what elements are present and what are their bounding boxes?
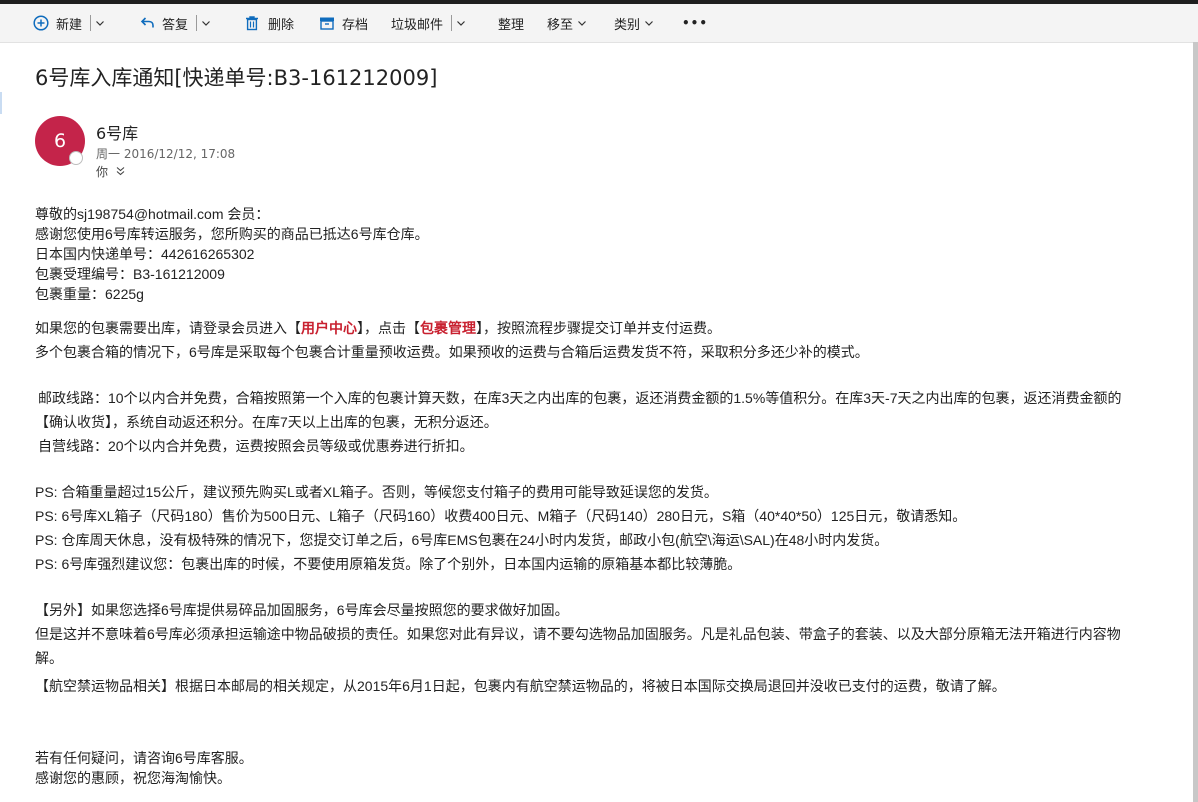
trash-icon: [245, 15, 259, 31]
recipient-name: 你: [96, 165, 109, 179]
ps-line: PS: 6号库强烈建议您：包裹出库的时候，不要使用原箱发货。除了个别外，日本国内…: [35, 556, 742, 572]
tracking-line: 日本国内快递单号：442616265302: [35, 246, 255, 262]
closing-line: 若有任何疑问，请咨询6号库客服。: [35, 750, 253, 766]
reply-button[interactable]: 答复: [140, 4, 211, 42]
ps-line: PS: 6号库XL箱子（尺码180）售价为500日元、L箱子（尺码160）收费4…: [35, 508, 967, 524]
instructions-line: 如果您的包裹需要出库，请登录会员进入【用户中心】，点击【包裹管理】，按照流程步骤…: [35, 318, 1198, 338]
postal-route-line: 邮政线路：10个以内合并免费，合箱按照第一个入库的包裹计算天数，在库3天之内出库…: [38, 390, 1122, 406]
chevron-down-icon[interactable]: [201, 18, 211, 28]
move-to-button-label: 移至: [547, 17, 574, 33]
presence-status-icon: [69, 151, 83, 165]
greeting-line: 尊敬的sj198754@hotmail.com 会员：: [35, 206, 270, 222]
command-toolbar: 新建 答复 删除 存档 垃圾邮件 整理 移至 类别 •••: [0, 4, 1198, 43]
sweep-button-label: 整理: [498, 17, 525, 33]
body-line: 多个包裹合箱的情况下，6号库是采取每个包裹合计重量预收运费。如果预收的运费与合箱…: [35, 344, 869, 360]
recipients[interactable]: 你: [96, 163, 125, 180]
body-line: 感谢您使用6号库转运服务，您所购买的商品已抵达6号库仓库。: [35, 226, 429, 242]
instructions-text: 如果您的包裹需要出库，请登录会员进入【: [35, 320, 301, 336]
archive-button[interactable]: 存档: [319, 4, 368, 42]
archive-icon: [319, 16, 335, 30]
category-button-label: 类别: [614, 17, 641, 33]
new-button[interactable]: 新建: [33, 4, 105, 42]
closing-line: 感谢您的惠顾，祝您海淘愉快。: [35, 770, 231, 786]
divider: [90, 15, 92, 31]
archive-button-label: 存档: [342, 17, 369, 33]
new-button-label: 新建: [56, 17, 83, 33]
postal-route-line: 【确认收货】，系统自动返还积分。在库7天以上出库的包裹，无积分返还。: [35, 414, 498, 430]
reply-button-label: 答复: [162, 17, 189, 33]
package-management-link[interactable]: 包裹管理: [420, 320, 476, 336]
divider: [196, 15, 198, 31]
category-button[interactable]: 类别: [614, 4, 654, 42]
sweep-button[interactable]: 整理: [498, 4, 524, 42]
avatar-initial: 6: [53, 130, 67, 152]
sender-name[interactable]: 6号库: [96, 120, 138, 144]
junk-button-label: 垃圾邮件: [391, 17, 444, 33]
self-route-line: 自营线路：20个以内合并免费，运费按照会员等级或优惠券进行折扣。: [38, 438, 474, 454]
pane-edge-marker: [0, 92, 2, 114]
instructions-text: 】，点击【: [357, 320, 420, 336]
delete-button[interactable]: 删除: [245, 4, 294, 42]
email-body: 尊敬的sj198754@hotmail.com 会员： 感谢您使用6号库转运服务…: [35, 204, 1198, 788]
instructions-text: 】，按照流程步骤提交订单并支付运费。: [476, 320, 721, 336]
delete-button-label: 删除: [268, 17, 295, 33]
extra-line: 但是这并不意味着6号库必须承担运输途中物品破损的责任。如果您对此有异议，请不要勾…: [35, 626, 1121, 642]
chevron-down-icon[interactable]: [95, 18, 105, 28]
more-icon[interactable]: •••: [682, 4, 708, 42]
ps-line: PS: 合箱重量超过15公斤，建议预先购买L或者XL箱子。否则，等候您支付箱子的…: [35, 484, 718, 500]
move-to-button[interactable]: 移至: [547, 4, 587, 42]
weight-line: 包裹重量：6225g: [35, 286, 144, 302]
extra-line: 解。: [35, 650, 63, 666]
ps-line: PS: 仓库周天休息，没有极特殊的情况下，您提交订单之后，6号库EMS包裹在24…: [35, 532, 889, 548]
sent-date: 周一 2016/12/12, 17:08: [96, 147, 236, 161]
user-center-link[interactable]: 用户中心: [301, 320, 357, 336]
reply-icon: [140, 15, 156, 31]
junk-button[interactable]: 垃圾邮件: [391, 4, 466, 42]
divider: [451, 15, 453, 31]
chevron-down-icon: [577, 18, 587, 28]
extra-line: 【另外】如果您选择6号库提供易碎品加固服务，6号库会尽量按照您的要求做好加固。: [35, 602, 569, 618]
chevron-down-icon: [644, 18, 654, 28]
aviation-line: 【航空禁运物品相关】根据日本邮局的相关规定，从2015年6月1日起，包裹内有航空…: [35, 678, 1006, 694]
email-subject: 6号库入库通知[快递单号:B3-161212009]: [35, 66, 438, 90]
more-button-label: •••: [682, 16, 709, 30]
chevron-down-icon[interactable]: [456, 18, 466, 28]
chevron-down-icon[interactable]: [116, 165, 125, 179]
package-id-line: 包裹受理编号：B3-161212009: [35, 266, 225, 282]
plus-circle-icon: [33, 15, 49, 31]
